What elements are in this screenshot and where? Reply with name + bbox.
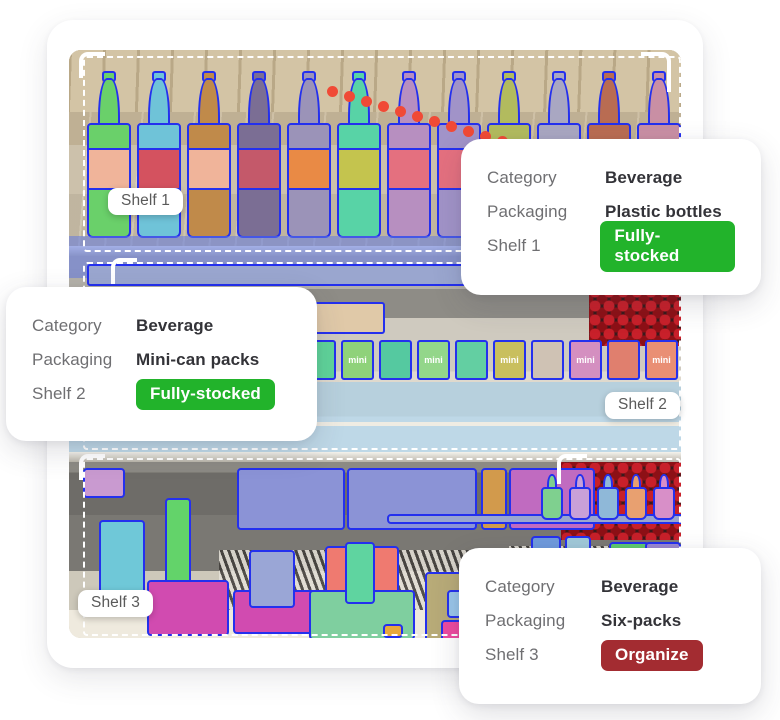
page-root: miniminiminiminiminiminiminimini Shelf 1…: [0, 0, 780, 720]
info-key: Packaging: [487, 202, 568, 221]
info-row-category: Category Beverage: [32, 309, 291, 343]
info-card-shelf-1: Category Beverage Packaging Plastic bott…: [461, 139, 761, 295]
status-badge[interactable]: Fully-stocked: [136, 378, 275, 410]
info-row-status: Shelf 3 Organize: [485, 638, 735, 672]
info-value: Mini-can packs: [136, 350, 260, 369]
info-row-category: Category Beverage: [487, 161, 735, 195]
info-row-packaging: Packaging Mini-can packs: [32, 343, 291, 377]
shelf-3-bracket-topleft: [79, 454, 105, 480]
shelf-label-3[interactable]: Shelf 3: [78, 590, 153, 617]
shelf-1-bracket-topright: [641, 52, 671, 92]
info-key: Category: [32, 316, 102, 335]
info-row-packaging: Packaging Six-packs: [485, 604, 735, 638]
status-badge[interactable]: Fully-stocked: [600, 220, 735, 272]
shelf-2-bracket-topleft: [111, 258, 137, 284]
info-key-shelf: Shelf 2: [32, 384, 86, 403]
info-value: Beverage: [601, 577, 679, 596]
info-key: Packaging: [32, 350, 113, 369]
info-key-shelf: Shelf 1: [487, 236, 541, 255]
shelf-1-bracket-topleft: [79, 52, 105, 78]
shelf-label-1[interactable]: Shelf 1: [108, 188, 183, 215]
info-key-shelf: Shelf 3: [485, 645, 539, 664]
info-key: Category: [485, 577, 555, 596]
info-row-status: Shelf 2 Fully-stocked: [32, 377, 291, 411]
info-card-shelf-3: Category Beverage Packaging Six-packs Sh…: [459, 548, 761, 704]
info-row-status: Shelf 1 Fully-stocked: [487, 220, 735, 272]
info-value: Six-packs: [601, 611, 682, 630]
info-card-shelf-2: Category Beverage Packaging Mini-can pac…: [6, 287, 317, 441]
info-row-category: Category Beverage: [485, 570, 735, 604]
status-badge[interactable]: Organize: [601, 639, 703, 671]
info-key: Packaging: [485, 611, 566, 630]
info-value: Beverage: [605, 168, 683, 187]
info-value: Beverage: [136, 316, 214, 335]
shelf-label-2[interactable]: Shelf 2: [605, 392, 680, 419]
info-key: Category: [487, 168, 557, 187]
shelf-3-bracket-topright: [557, 454, 587, 484]
info-value: Plastic bottles: [605, 202, 722, 221]
